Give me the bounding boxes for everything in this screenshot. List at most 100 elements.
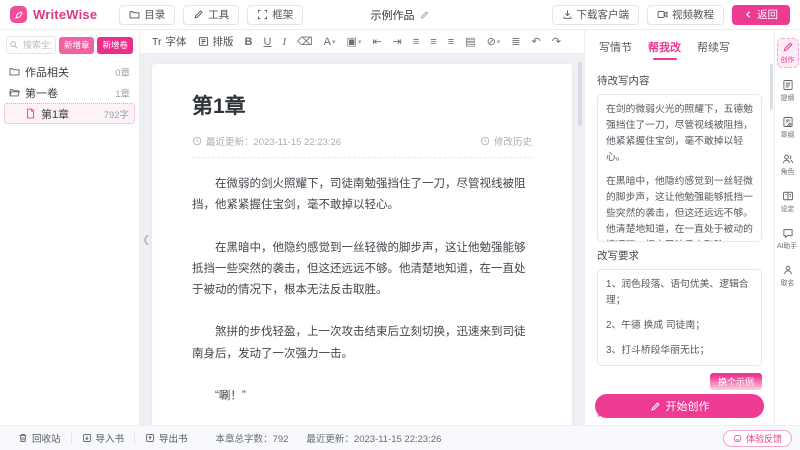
caret-down-icon: ▾: [332, 38, 336, 46]
right-tool-strip: 创作 提纲 章纲 角色 设定 AI助手: [775, 30, 800, 425]
align-center-icon[interactable]: ≡: [430, 36, 436, 48]
indent-increase-icon[interactable]: ⇥: [393, 35, 402, 48]
caret-down-icon: ▾: [497, 38, 501, 46]
insert-image-icon[interactable]: ▤: [465, 35, 475, 48]
import-book-button[interactable]: 导入书: [72, 431, 135, 445]
requirement-item: 1、润色段落、语句优美、逻辑合理；: [606, 277, 753, 309]
rewrite-source-box[interactable]: 在剑的微弱火光的照耀下，五德勉强挡住了一刀，尽管视线被阻挡，他紧紧握住宝剑，毫不…: [597, 94, 762, 242]
search-box: [6, 36, 56, 54]
import-icon: [82, 433, 92, 443]
strip-item-ai-assistant[interactable]: AI助手: [777, 225, 799, 253]
indent-decrease-icon[interactable]: ⇤: [372, 35, 381, 48]
document-title-area: 示例作品: [371, 7, 430, 23]
paragraph: 煞拼的步伐轻盈，上一次攻击结束后立刻切换，迅速来到司徒南身后，发动了一次强力一击…: [192, 322, 532, 365]
strip-item-settings[interactable]: 设定: [777, 188, 799, 216]
pen-icon: [782, 41, 794, 53]
download-client-button[interactable]: 下载客户端: [552, 5, 640, 25]
word-count: 本章总字数：792: [216, 431, 289, 445]
export-icon: [145, 433, 155, 443]
typeset-icon: [198, 36, 209, 47]
undo-icon[interactable]: ↶: [532, 35, 541, 48]
sidebar-toolbar: 新增章 新增卷: [4, 36, 135, 61]
catalog-button[interactable]: 目录: [119, 5, 175, 25]
start-create-area: 开始创作: [595, 394, 764, 418]
redo-icon[interactable]: ↷: [552, 35, 561, 48]
panel-tabs: 写情节 帮我改 帮续写: [585, 30, 774, 65]
video-icon: [657, 9, 668, 20]
clear-format-icon[interactable]: ⌫: [297, 35, 313, 48]
align-right-icon[interactable]: ≡: [448, 36, 454, 48]
tree-item-chapter-1[interactable]: 第1章 792字: [4, 103, 135, 124]
add-chapter-button[interactable]: 新增章: [59, 37, 95, 54]
back-button[interactable]: 返回: [732, 5, 790, 25]
writewise-app: WriteWise 目录 工具 框架 示例作品 下载客户端 视频教程: [0, 0, 800, 450]
folder-icon: [9, 66, 20, 78]
font-menu[interactable]: Tr 字体: [152, 34, 187, 49]
export-book-button[interactable]: 导出书: [135, 431, 198, 445]
align-left-icon[interactable]: ≡: [413, 36, 419, 48]
trash-icon: [18, 433, 28, 443]
person-icon: [782, 264, 794, 276]
last-updated: 最近更新：2023-11-15 22:23:26: [306, 431, 441, 445]
folder-icon: [129, 9, 140, 20]
edit-title-icon[interactable]: [420, 10, 430, 20]
chevron-left-icon: [744, 10, 753, 19]
add-volume-button[interactable]: 新增卷: [97, 37, 133, 54]
start-create-button[interactable]: 开始创作: [595, 394, 764, 418]
strip-item-chapter-outline[interactable]: 章纲: [777, 114, 799, 142]
frame-icon: [257, 9, 268, 20]
chapter-outline-icon: [782, 116, 794, 128]
document-title: 示例作品: [371, 7, 415, 23]
tree-item-label: 作品相关: [25, 64, 69, 80]
revision-history-link[interactable]: 修改历史: [480, 134, 532, 148]
strip-item-characters[interactable]: 角色: [777, 151, 799, 179]
no-format-icon[interactable]: ⊘▾: [487, 35, 501, 48]
font-color-icon[interactable]: A▾: [324, 36, 336, 48]
ai-rewrite-panel: 写情节 帮我改 帮续写 待改写内容 在剑的微弱火光的照耀下，五德勉强挡住了一刀，…: [585, 30, 775, 425]
bold-icon[interactable]: B: [245, 36, 253, 48]
strip-item-naming[interactable]: 取名: [777, 262, 799, 290]
line-spacing-icon[interactable]: ≣: [511, 35, 520, 48]
editor-paper[interactable]: 第1章 最近更新：2023-11-15 22:23:26 修改历史 在微弱的剑火…: [152, 64, 572, 425]
underline-icon[interactable]: U: [263, 36, 271, 48]
tree-item-volume-1[interactable]: 第一卷 1章: [4, 82, 135, 103]
highlight-color-icon[interactable]: ▣▾: [347, 35, 362, 48]
folder-open-icon: [9, 87, 20, 99]
recycle-bin-button[interactable]: 回收站: [8, 431, 71, 445]
setting-book-icon: [782, 190, 794, 202]
history-icon: [480, 136, 490, 146]
editor-column: Tr 字体 排版 B U I ⌫ A▾ ▣▾ ⇤ ⇥ ≡ ≡ ≡ ▤ ⊘▾: [140, 30, 585, 425]
tab-help-continue[interactable]: 帮续写: [697, 39, 730, 59]
chapter-body[interactable]: 在微弱的剑火照耀下，司徒南勉强挡住了一刀，尽管视线被阻挡，他紧紧握住宝剑，毫不敢…: [192, 158, 532, 425]
download-icon: [562, 9, 573, 20]
smiley-icon: [733, 434, 742, 443]
outline-icon: [782, 79, 794, 91]
strip-item-outline[interactable]: 提纲: [777, 77, 799, 105]
typeset-menu[interactable]: 排版: [198, 34, 234, 49]
tree-item-work-related[interactable]: 作品相关 0章: [4, 61, 135, 82]
feedback-button[interactable]: 体验反馈: [723, 430, 792, 447]
pen-icon: [650, 401, 661, 412]
italic-icon[interactable]: I: [282, 36, 286, 48]
pen-icon: [193, 9, 204, 20]
requirements-box[interactable]: 1、润色段落、语句优美、逻辑合理； 2、午德 换成 司徒南； 3、打斗桥段华丽无…: [597, 269, 762, 366]
editor-scrollbar[interactable]: [578, 62, 582, 126]
tools-button[interactable]: 工具: [183, 5, 239, 25]
video-tutorial-button[interactable]: 视频教程: [647, 5, 724, 25]
collapse-sidebar-icon[interactable]: ❮: [142, 234, 150, 245]
requirement-item: 2、午德 换成 司徒南；: [606, 318, 753, 334]
frame-button[interactable]: 框架: [247, 5, 303, 25]
tree-item-count: 0章: [115, 65, 130, 79]
strip-item-create[interactable]: 创作: [777, 38, 799, 68]
chapter-sidebar: 新增章 新增卷 作品相关 0章 第一卷 1章: [0, 30, 140, 425]
caret-down-icon: ▾: [358, 38, 362, 46]
requirements-label: 改写要求: [597, 248, 762, 263]
main-row: 新增章 新增卷 作品相关 0章 第一卷 1章: [0, 30, 800, 425]
chapter-title: 第1章: [192, 90, 532, 120]
tab-help-rewrite[interactable]: 帮我改: [648, 39, 681, 59]
paragraph: “唰！”: [192, 386, 532, 407]
tab-write-plot[interactable]: 写情节: [599, 39, 632, 59]
panel-body: 待改写内容 在剑的微弱火光的照耀下，五德勉强挡住了一刀，尽管视线被阻挡，他紧紧握…: [585, 65, 774, 425]
file-icon: [25, 108, 36, 120]
paragraph: 在微弱的剑火照耀下，司徒南勉强挡住了一刀，尽管视线被阻挡，他紧紧握住宝剑，毫不敢…: [192, 174, 532, 217]
